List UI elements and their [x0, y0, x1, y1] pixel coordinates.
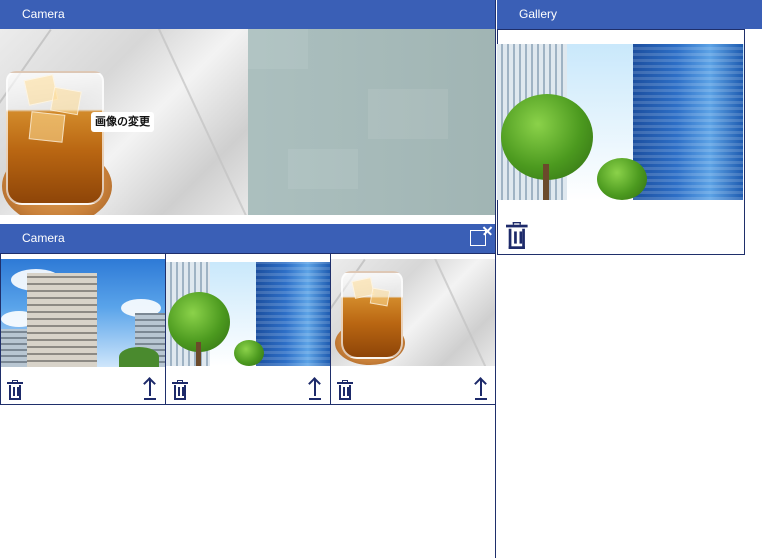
camera-preview-image[interactable]: 画像の変更 [0, 29, 248, 215]
upload-icon[interactable] [474, 377, 487, 400]
delete-icon[interactable] [7, 380, 23, 400]
gallery-title: Gallery [519, 7, 558, 21]
camera-gallery-title: Camera [22, 231, 65, 245]
gallery-item-image[interactable] [166, 262, 330, 366]
gallery-delete-icon[interactable] [506, 222, 528, 249]
gallery-image[interactable] [497, 44, 744, 200]
upload-icon[interactable] [143, 377, 156, 400]
camera-gallery-header: Camera [0, 224, 495, 253]
gallery-header: Gallery [497, 0, 762, 29]
gallery-item-image[interactable] [331, 259, 495, 366]
upload-icon[interactable] [308, 377, 321, 400]
change-image-button[interactable]: 画像の変更 [91, 112, 154, 132]
gallery-item-image[interactable] [1, 259, 165, 367]
camera-title: Camera [22, 7, 65, 21]
camera-header: Camera [0, 0, 495, 29]
delete-icon[interactable] [337, 380, 353, 400]
expand-close-icon[interactable] [468, 224, 492, 246]
delete-icon[interactable] [172, 380, 188, 400]
camera-live-feed[interactable] [248, 29, 495, 215]
